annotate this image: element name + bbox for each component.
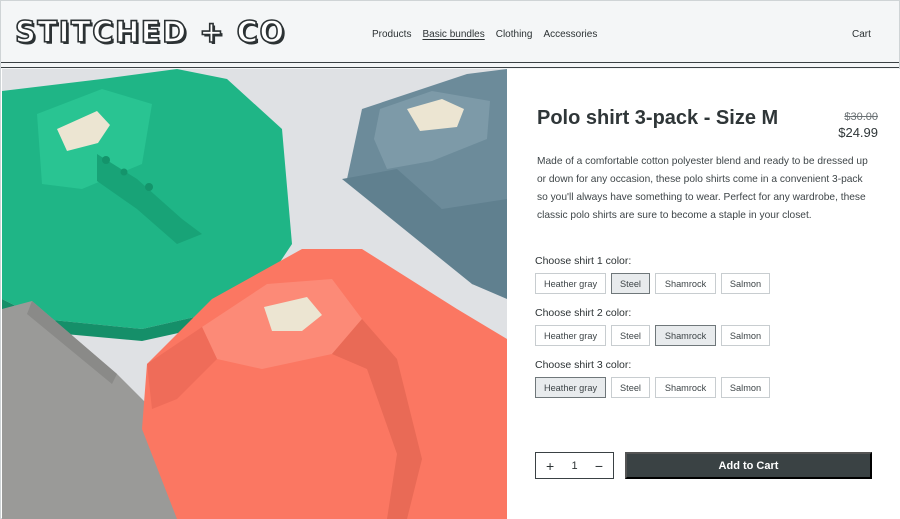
- shirt-1-color-label: Choose shirt 1 color:: [535, 255, 632, 267]
- shirt-3-shamrock-option[interactable]: Shamrock: [655, 377, 716, 398]
- quantity-stepper: + 1 −: [535, 452, 614, 479]
- site-header: STITCHED + CO Products Basic bundles Clo…: [1, 1, 899, 69]
- shirt-3-steel-option[interactable]: Steel: [611, 377, 650, 398]
- shirt-2-heather-gray-option[interactable]: Heather gray: [535, 325, 606, 346]
- shirt-3-color-group: Choose shirt 3 color: Heather gray Steel…: [535, 359, 770, 398]
- nav-clothing[interactable]: Clothing: [496, 29, 533, 40]
- shirt-1-color-group: Choose shirt 1 color: Heather gray Steel…: [535, 255, 770, 294]
- page-frame: STITCHED + CO Products Basic bundles Clo…: [0, 0, 900, 519]
- product-description: Made of a comfortable cotton polyester b…: [537, 156, 868, 221]
- polo-shirts-illustration: [2, 69, 507, 519]
- shirt-3-salmon-option[interactable]: Salmon: [721, 377, 770, 398]
- shirt-1-steel-option[interactable]: Steel: [611, 273, 650, 294]
- shirt-1-swatches: Heather gray Steel Shamrock Salmon: [535, 273, 770, 294]
- header-divider: [1, 62, 899, 68]
- brand-logo[interactable]: STITCHED + CO: [14, 14, 286, 50]
- decrement-button[interactable]: −: [595, 459, 603, 473]
- original-price: $30.00: [844, 111, 878, 123]
- shirt-2-shamrock-option[interactable]: Shamrock: [655, 325, 716, 346]
- shirt-2-swatches: Heather gray Steel Shamrock Salmon: [535, 325, 770, 346]
- shirt-1-heather-gray-option[interactable]: Heather gray: [535, 273, 606, 294]
- cart-link[interactable]: Cart: [852, 29, 871, 40]
- product-image: [2, 69, 507, 519]
- shirt-1-shamrock-option[interactable]: Shamrock: [655, 273, 716, 294]
- main-nav: Products Basic bundles Clothing Accessor…: [372, 29, 597, 40]
- nav-products[interactable]: Products: [372, 29, 411, 40]
- increment-button[interactable]: +: [546, 459, 554, 473]
- sale-price: $24.99: [838, 125, 878, 140]
- shirt-3-swatches: Heather gray Steel Shamrock Salmon: [535, 377, 770, 398]
- shirt-2-color-group: Choose shirt 2 color: Heather gray Steel…: [535, 307, 770, 346]
- nav-accessories[interactable]: Accessories: [543, 29, 597, 40]
- nav-basic-bundles[interactable]: Basic bundles: [422, 29, 484, 40]
- shirt-1-salmon-option[interactable]: Salmon: [721, 273, 770, 294]
- shirt-2-salmon-option[interactable]: Salmon: [721, 325, 770, 346]
- shirt-2-color-label: Choose shirt 2 color:: [535, 307, 632, 319]
- product-title: Polo shirt 3-pack - Size M: [537, 107, 779, 129]
- product-details: Polo shirt 3-pack - Size M $30.00 $24.99…: [507, 69, 900, 519]
- shirt-3-heather-gray-option[interactable]: Heather gray: [535, 377, 606, 398]
- shirt-2-steel-option[interactable]: Steel: [611, 325, 650, 346]
- shirt-3-color-label: Choose shirt 3 color:: [535, 359, 632, 371]
- quantity-value: 1: [571, 459, 578, 472]
- add-to-cart-button[interactable]: Add to Cart: [625, 452, 872, 479]
